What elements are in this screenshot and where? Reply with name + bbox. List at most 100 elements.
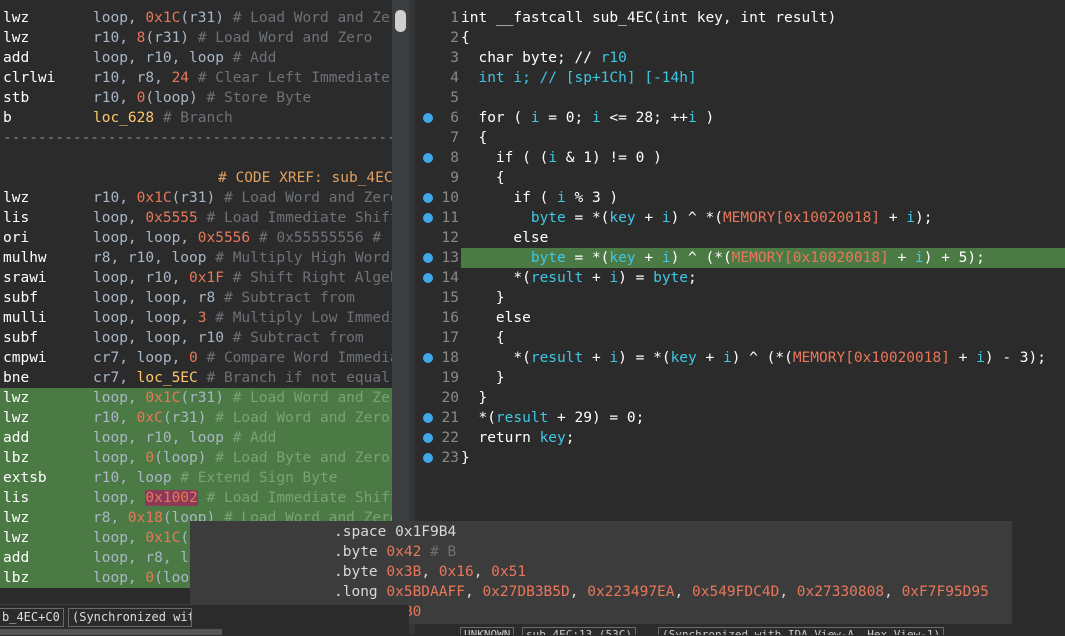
asm-operands[interactable]: r10, loop # Extend Sign Byte [93, 468, 337, 488]
pseudocode-line[interactable]: 16 else [415, 308, 1065, 328]
asm-line[interactable]: extsb r10, loop # Extend Sign Byte [0, 468, 392, 488]
asm-line[interactable]: clrlwi r10, r8, 24 # Clear Left Immediate [0, 68, 392, 88]
asm-operands[interactable]: r10, 0xC(r31) # Load Word and Zero [93, 408, 390, 428]
asm-line[interactable]: mulli loop, loop, 3 # Multiply Low Immedi… [0, 308, 392, 328]
asm-operands[interactable]: loop, 0x1002 # Load Immediate Shifted [93, 488, 392, 508]
pseudocode-line[interactable]: 13 byte = *(key + i) ^ (*(MEMORY[0x10020… [415, 248, 1065, 268]
pseudocode-line[interactable]: 11 byte = *(key + i) ^ *(MEMORY[0x100200… [415, 208, 1065, 228]
pseudocode-text[interactable]: byte = *(key + i) ^ (*(MEMORY[0x10020018… [461, 248, 1065, 268]
asm-line[interactable]: b loc_628 # Branch [0, 108, 392, 128]
asm-operands[interactable]: loop, r10, loop # Add [93, 48, 276, 68]
pseudocode-line[interactable]: 17 { [415, 328, 1065, 348]
asm-operands[interactable]: loop, r10, 0x1F # Shift Right Algebraic [93, 268, 392, 288]
pseudocode-line[interactable]: 22 return key; [415, 428, 1065, 448]
asm-line[interactable]: lwz r10, 0x1C(r31) # Load Word and Zero [0, 188, 392, 208]
pseudocode-line[interactable]: 12 else [415, 228, 1065, 248]
asm-line[interactable]: subf loop, loop, r10 # Subtract from [0, 328, 392, 348]
asm-xref-comment[interactable]: # CODE XREF: sub_4EC [218, 168, 392, 188]
asm-operands[interactable]: loop, loop, r8 # Subtract from [93, 288, 355, 308]
pseudocode-line[interactable]: 23} [415, 448, 1065, 468]
asm-line[interactable]: lbz loop, 0(loop) # Load Byte and Zero [0, 448, 392, 468]
asm-operands[interactable]: loop, 0(loop) # Load Byte and Zero [93, 448, 390, 468]
asm-operands[interactable]: cr7, loop, 0 # Compare Word Immediate [93, 348, 392, 368]
pseudocode-text[interactable]: for ( i = 0; i <= 28; ++i ) [461, 108, 1065, 128]
pseudocode-text[interactable]: else [461, 308, 1065, 328]
asm-line[interactable]: cmpwi cr7, loop, 0 # Compare Word Immedia… [0, 348, 392, 368]
pseudocode-text[interactable]: *(result + i) = *(key + i) ^ (*(MEMORY[0… [461, 348, 1065, 368]
pseudocode-line[interactable]: 6 for ( i = 0; i <= 28; ++i ) [415, 108, 1065, 128]
pseudocode-text[interactable]: { [461, 128, 1065, 148]
asm-operands[interactable]: cr7, loc_5EC # Branch if not equal [93, 368, 390, 388]
pseudocode-line[interactable]: 18 *(result + i) = *(key + i) ^ (*(MEMOR… [415, 348, 1065, 368]
pseudocode-line[interactable]: 4 int i; // [sp+1Ch] [-14h] [415, 68, 1065, 88]
asm-line[interactable]: srawi loop, r10, 0x1F # Shift Right Algeb… [0, 268, 392, 288]
asm-line[interactable]: bne cr7, loc_5EC # Branch if not equal [0, 368, 392, 388]
pseudocode-line[interactable]: 9 { [415, 168, 1065, 188]
asm-operands[interactable]: loop, loop, 0x5556 # 0x55555556 # [93, 228, 381, 248]
pseudocode-text[interactable]: if ( i % 3 ) [461, 188, 1065, 208]
pseudocode-text[interactable] [461, 88, 1065, 108]
pseudocode-text[interactable]: *(result + i) = byte; [461, 268, 1065, 288]
pseudocode-text[interactable]: *(result + 29) = 0; [461, 408, 1065, 428]
asm-line[interactable]: ----------------------------------------… [0, 128, 392, 148]
pseudocode-text[interactable]: else [461, 228, 1065, 248]
asm-line[interactable]: # CODE XREF: sub_4EC [0, 168, 392, 188]
asm-line[interactable] [0, 148, 392, 168]
pseudocode-text[interactable]: } [461, 448, 1065, 468]
asm-line[interactable]: lwz loop, 0x1C(r31) # Load Word and Zero [0, 388, 392, 408]
asm-line[interactable]: lwz r10, 0xC(r31) # Load Word and Zero [0, 408, 392, 428]
asm-line[interactable]: lis loop, 0x5555 # Load Immediate Shifted [0, 208, 392, 228]
pseudocode-line[interactable]: 21 *(result + 29) = 0; [415, 408, 1065, 428]
pseudocode-line[interactable]: 5 [415, 88, 1065, 108]
asm-line[interactable]: lwz r10, 8(r31) # Load Word and Zero [0, 28, 392, 48]
pseudocode-line[interactable]: 1 int __fastcall sub_4EC(int key, int res… [415, 8, 1065, 28]
pseudocode-text[interactable]: byte = *(key + i) ^ *(MEMORY[0x10020018]… [461, 208, 1065, 228]
asm-line[interactable]: add loop, r10, loop # Add [0, 48, 392, 68]
pseudocode-line[interactable]: 8 if ( (i & 1) != 0 ) [415, 148, 1065, 168]
pseudocode-line[interactable]: 14 *(result + i) = byte; [415, 268, 1065, 288]
pseudocode-text[interactable]: } [461, 388, 1065, 408]
pseudocode-text[interactable]: { [461, 28, 1065, 48]
asm-line[interactable]: ori loop, loop, 0x5556 # 0x55555556 # [0, 228, 392, 248]
pseudocode-text[interactable]: return key; [461, 428, 1065, 448]
asm-line[interactable]: add loop, r10, loop # Add [0, 428, 392, 448]
asm-line[interactable]: subf loop, loop, r8 # Subtract from [0, 288, 392, 308]
pseudocode-line[interactable]: 10 if ( i % 3 ) [415, 188, 1065, 208]
pseudocode-text[interactable]: { [461, 168, 1065, 188]
pseudocode-line[interactable]: 2{ [415, 28, 1065, 48]
pseudocode-line[interactable]: 7 { [415, 128, 1065, 148]
pseudocode-view[interactable]: 1 int __fastcall sub_4EC(int key, int res… [415, 0, 1065, 520]
pseudocode-line[interactable]: 20 } [415, 388, 1065, 408]
asm-operands[interactable]: r10, r8, 24 # Clear Left Immediate [93, 68, 390, 88]
pseudocode-line[interactable]: 15 } [415, 288, 1065, 308]
asm-operands[interactable]: loc_628 # Branch [93, 108, 233, 128]
pseudocode-text[interactable]: } [461, 288, 1065, 308]
pseudocode-line[interactable]: 3 char byte; // r10 [415, 48, 1065, 68]
line-number: 7 [450, 130, 459, 146]
asm-operands[interactable]: r10, 8(r31) # Load Word and Zero [93, 28, 372, 48]
disassembly-scrollbar-thumb[interactable] [395, 10, 406, 32]
pseudocode-text[interactable]: int __fastcall sub_4EC(int key, int resu… [461, 8, 1065, 28]
disassembly-view[interactable]: lwz loop, 0x1C(r31) # Load Word and Zero l… [0, 0, 392, 604]
horizontal-scrollbar[interactable] [0, 629, 222, 635]
asm-line[interactable]: mulhw r8, r10, loop # Multiply High Word [0, 248, 392, 268]
asm-operands[interactable]: loop, loop, 3 # Multiply Low Immediate [93, 308, 392, 328]
asm-operands[interactable]: loop, 0x1C(r31) # Load Word and Zero [93, 8, 392, 28]
asm-operands[interactable]: loop, r10, loop # Add [93, 428, 276, 448]
asm-operands[interactable]: r8, r10, loop # Multiply High Word [93, 248, 390, 268]
pseudocode-text[interactable]: } [461, 368, 1065, 388]
pseudocode-line[interactable]: 19 } [415, 368, 1065, 388]
asm-operands[interactable]: loop, 0x1C(r31) # Load Word and Zero [93, 388, 392, 408]
asm-operands[interactable]: r10, 0(loop) # Store Byte [93, 88, 311, 108]
asm-operands[interactable]: r10, 0x1C(r31) # Load Word and Zero [93, 188, 392, 208]
asm-line[interactable]: stb r10, 0(loop) # Store Byte [0, 88, 392, 108]
pseudocode-text[interactable]: char byte; // r10 [461, 48, 1065, 68]
asm-line[interactable]: lwz loop, 0x1C(r31) # Load Word and Zero [0, 8, 392, 28]
pseudocode-text[interactable]: int i; // [sp+1Ch] [-14h] [461, 68, 1065, 88]
asm-line[interactable]: lis loop, 0x1002 # Load Immediate Shifted [0, 488, 392, 508]
pseudocode-text[interactable]: { [461, 328, 1065, 348]
asm-operands[interactable]: loop, 0x5555 # Load Immediate Shifted [93, 208, 392, 228]
asm-operands[interactable]: loop, loop, r10 # Subtract from [93, 328, 364, 348]
disassembly-scrollbar[interactable] [392, 0, 409, 604]
pseudocode-text[interactable]: if ( (i & 1) != 0 ) [461, 148, 1065, 168]
